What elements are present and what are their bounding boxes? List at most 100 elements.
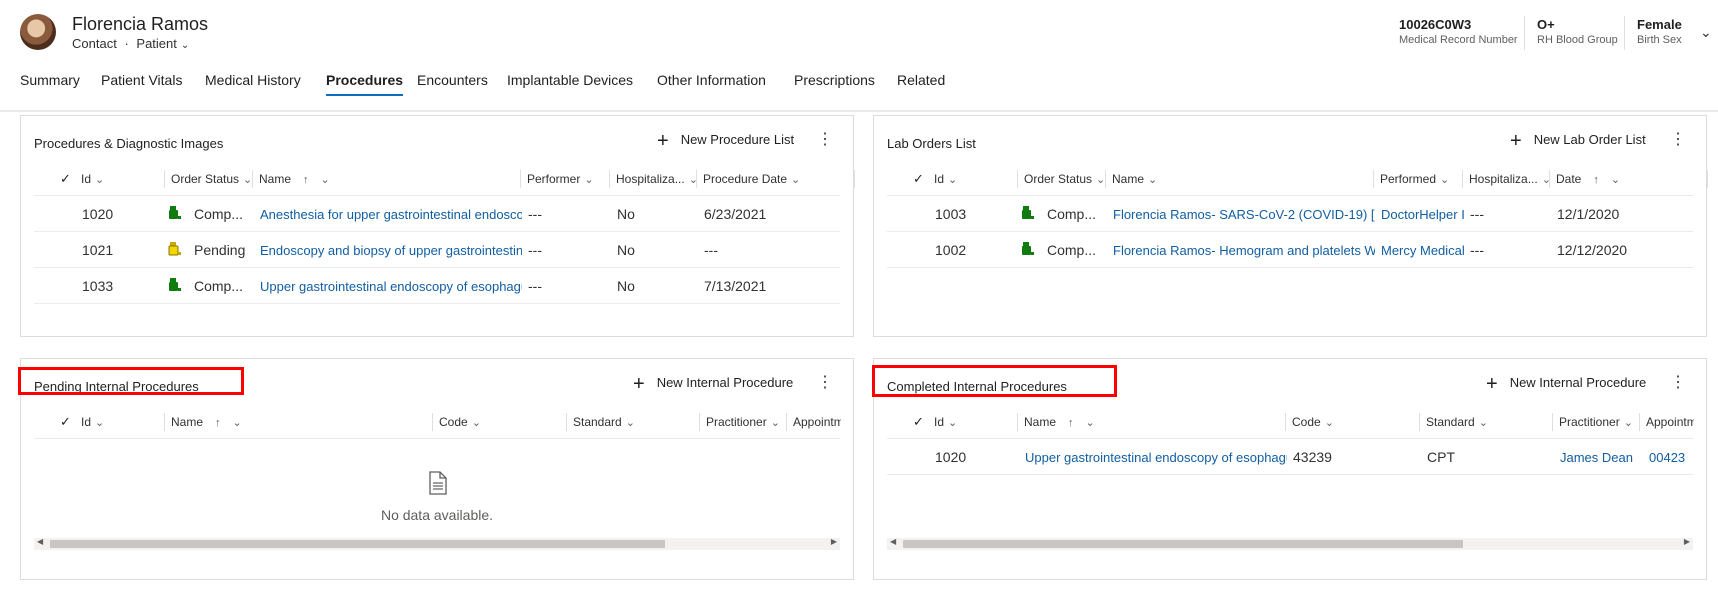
column-divider[interactable]: [566, 413, 567, 431]
cell-name-link[interactable]: Florencia Ramos- SARS-CoV-2 (COVID-19) […: [1113, 207, 1375, 222]
cell-name-link[interactable]: Upper gastrointestinal endoscopy of esop…: [260, 279, 522, 294]
column-header-practitioner[interactable]: Practitioner ⌄: [706, 415, 780, 429]
select-all-check-icon[interactable]: ✓: [60, 171, 71, 187]
panel-title: Lab Orders List: [887, 136, 976, 151]
cell-id: 1003: [935, 206, 967, 222]
column-divider[interactable]: [854, 170, 855, 188]
column-divider[interactable]: [520, 170, 521, 188]
cell-appointment-link[interactable]: 00423: [1649, 450, 1695, 465]
new-internal-procedure-button[interactable]: + New Internal Procedure: [1486, 373, 1646, 396]
column-header-code[interactable]: Code ⌄: [439, 415, 481, 429]
column-divider[interactable]: [1707, 170, 1708, 188]
table-row[interactable]: 1002 Comp... Florencia Ramos- Hemogram a…: [887, 232, 1693, 268]
column-divider[interactable]: [1419, 413, 1420, 431]
form-selector[interactable]: Patient ⌄: [136, 36, 189, 51]
table-row[interactable]: 1020 Upper gastrointestinal endoscopy of…: [887, 439, 1693, 475]
horizontal-scrollbar[interactable]: ◀ ▶: [887, 537, 1693, 550]
chevron-down-icon: ⌄: [471, 417, 481, 429]
more-options-icon[interactable]: ⋮: [817, 129, 833, 149]
cell-performed-link[interactable]: DoctorHelper I: [1381, 207, 1465, 222]
column-divider[interactable]: [432, 413, 433, 431]
horizontal-scrollbar[interactable]: ◀ ▶: [34, 537, 840, 550]
column-header-name[interactable]: Name ⌄: [1112, 172, 1157, 186]
avatar[interactable]: [20, 14, 56, 50]
cell-practitioner-link[interactable]: James Dean: [1560, 450, 1638, 465]
scroll-left-icon[interactable]: ◀: [890, 537, 896, 546]
column-header-hospitalization[interactable]: Hospitaliza... ⌄: [1469, 172, 1551, 186]
select-all-check-icon[interactable]: ✓: [60, 414, 71, 430]
column-header-name[interactable]: Name ↑ ⌄: [171, 415, 242, 429]
tab-summary[interactable]: Summary: [20, 72, 80, 88]
column-divider[interactable]: [1639, 413, 1640, 431]
column-header-performer[interactable]: Performer ⌄: [527, 172, 594, 186]
scrollbar-thumb[interactable]: [903, 540, 1463, 548]
column-header-standard[interactable]: Standard ⌄: [573, 415, 635, 429]
cell-performed-link[interactable]: Mercy Medical: [1381, 243, 1465, 258]
tab-prescriptions[interactable]: Prescriptions: [794, 72, 875, 88]
scroll-right-icon[interactable]: ▶: [831, 537, 837, 546]
column-divider[interactable]: [164, 170, 165, 188]
column-header-order-status[interactable]: Order Status ⌄: [1024, 172, 1105, 186]
more-options-icon[interactable]: ⋮: [1670, 129, 1686, 149]
tab-other-information[interactable]: Other Information: [657, 72, 766, 88]
column-header-id[interactable]: Id ⌄: [81, 172, 104, 186]
column-divider[interactable]: [1285, 413, 1286, 431]
new-internal-procedure-button[interactable]: + New Internal Procedure: [633, 373, 793, 396]
column-divider[interactable]: [252, 170, 253, 188]
column-header-standard[interactable]: Standard ⌄: [1426, 415, 1488, 429]
column-header-id[interactable]: Id ⌄: [81, 415, 104, 429]
column-divider[interactable]: [1462, 170, 1463, 188]
table-row[interactable]: 1020 Comp... Anesthesia for upper gastro…: [34, 196, 840, 232]
scroll-right-icon[interactable]: ▶: [1684, 537, 1690, 546]
cell-name-link[interactable]: Anesthesia for upper gastrointestinal en…: [260, 207, 522, 222]
tab-patient-vitals[interactable]: Patient Vitals: [101, 72, 182, 88]
column-header-id[interactable]: Id ⌄: [934, 415, 957, 429]
new-lab-order-list-button[interactable]: + New Lab Order List: [1510, 130, 1646, 153]
column-header-procedure-date[interactable]: Procedure Date ⌄: [703, 172, 800, 186]
column-header-hospitalization[interactable]: Hospitaliza... ⌄: [616, 172, 698, 186]
tab-medical-history[interactable]: Medical History: [205, 72, 301, 88]
scroll-left-icon[interactable]: ◀: [37, 537, 43, 546]
select-all-check-icon[interactable]: ✓: [913, 171, 924, 187]
column-divider[interactable]: [696, 170, 697, 188]
column-divider[interactable]: [786, 413, 787, 431]
tab-procedures[interactable]: Procedures: [326, 72, 404, 96]
cell-name-link[interactable]: Florencia Ramos- Hemogram and platelets …: [1113, 243, 1375, 258]
new-procedure-list-button[interactable]: + New Procedure List: [657, 130, 794, 153]
column-divider[interactable]: [1017, 170, 1018, 188]
more-options-icon[interactable]: ⋮: [817, 372, 833, 392]
column-divider[interactable]: [1552, 413, 1553, 431]
arrow-up-icon: ↑: [303, 174, 309, 186]
table-row[interactable]: 1003 Comp... Florencia Ramos- SARS-CoV-2…: [887, 196, 1693, 232]
more-options-icon[interactable]: ⋮: [1670, 372, 1686, 392]
column-header-name[interactable]: Name ↑ ⌄: [259, 172, 330, 186]
tab-related[interactable]: Related: [897, 72, 945, 88]
column-header-name[interactable]: Name ↑ ⌄: [1024, 415, 1095, 429]
column-divider[interactable]: [609, 170, 610, 188]
column-header-appointment[interactable]: Appointm: [1646, 415, 1694, 429]
cell-name-link[interactable]: Endoscopy and biopsy of upper gastrointe…: [260, 243, 522, 258]
column-divider[interactable]: [1105, 170, 1106, 188]
column-header-appointment[interactable]: Appointm: [793, 415, 841, 429]
column-header-date[interactable]: Date ↑ ⌄: [1556, 172, 1620, 186]
table-row[interactable]: 1021 Pending Endoscopy and biopsy of upp…: [34, 232, 840, 268]
column-header-order-status[interactable]: Order Status ⌄: [171, 172, 252, 186]
column-divider[interactable]: [1373, 170, 1374, 188]
column-header-id[interactable]: Id ⌄: [934, 172, 957, 186]
header-divider: [1524, 16, 1525, 50]
chevron-down-icon: ⌄: [625, 417, 635, 429]
tab-encounters[interactable]: Encounters: [417, 72, 488, 88]
column-header-practitioner[interactable]: Practitioner ⌄: [1559, 415, 1633, 429]
select-all-check-icon[interactable]: ✓: [913, 414, 924, 430]
column-header-code[interactable]: Code ⌄: [1292, 415, 1334, 429]
tab-implantable-devices[interactable]: Implantable Devices: [507, 72, 633, 88]
table-row[interactable]: 1033 Comp... Upper gastrointestinal endo…: [34, 268, 840, 304]
column-divider[interactable]: [1017, 413, 1018, 431]
expand-header-chevron-icon[interactable]: ⌄: [1700, 24, 1712, 41]
scrollbar-thumb[interactable]: [50, 540, 665, 548]
column-divider[interactable]: [1549, 170, 1550, 188]
cell-name-link[interactable]: Upper gastrointestinal endoscopy of esop…: [1025, 450, 1287, 465]
column-header-performed[interactable]: Performed ⌄: [1380, 172, 1449, 186]
column-divider[interactable]: [164, 413, 165, 431]
column-divider[interactable]: [699, 413, 700, 431]
